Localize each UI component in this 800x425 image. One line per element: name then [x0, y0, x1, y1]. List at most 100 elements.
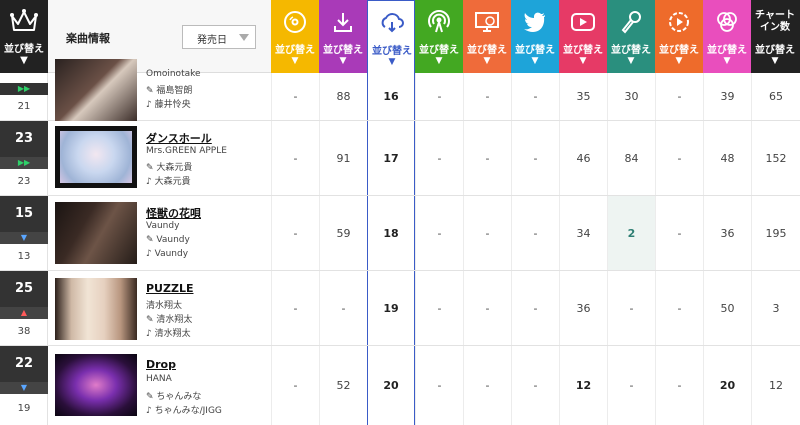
chevron-down-icon: ▼ — [579, 56, 587, 66]
lyricist-name: Vaundy — [156, 235, 190, 245]
cd-value: - — [271, 121, 319, 195]
radio-value: - — [415, 196, 463, 270]
pc-icon — [475, 12, 499, 32]
download-value: 59 — [319, 196, 367, 270]
sort-download-header[interactable]: 並び替え ▼ — [319, 0, 367, 73]
sort-chart-in-header[interactable]: チャート イン数 並び替え ▼ — [751, 0, 800, 73]
song-thumbnail[interactable] — [55, 278, 137, 340]
lyricist-name: 大森元貴 — [156, 163, 193, 173]
chevron-down-icon: ▼ — [435, 56, 443, 66]
sort-streaming-header[interactable]: 並び替え ▼ — [367, 0, 415, 73]
chevron-down-icon: ▼ — [627, 56, 635, 66]
composer-credit: ♪ 清水翔太 — [146, 326, 191, 339]
current-rank: 23 — [0, 121, 48, 157]
radio-value: - — [415, 121, 463, 195]
streaming-value: 20 — [367, 346, 415, 425]
table-row[interactable]: 25 ▲ 38 PUZZLE 清水翔太 ✎ 清水翔太 ♪ 清水翔太 - - 19… — [0, 271, 800, 346]
sort-youtube-header[interactable]: 並び替え ▼ — [559, 0, 607, 73]
table-row[interactable]: 22 ▼ 19 Drop HANA ✎ ちゃんみな ♪ ちゃんみな/JIGG -… — [0, 346, 800, 425]
video-value: - — [655, 121, 703, 195]
composer-credit: ♪ ちゃんみな/JIGG — [146, 403, 222, 416]
radio-value: - — [415, 271, 463, 345]
download-value: 91 — [319, 121, 367, 195]
cd-value: - — [271, 271, 319, 345]
chart-in-value: 195 — [751, 196, 800, 270]
sort-label: 並び替え — [275, 45, 315, 56]
sort-karaoke-header[interactable]: 並び替え ▼ — [607, 0, 655, 73]
rank-cell: 23 ▶▶ 23 — [0, 121, 48, 195]
crown-icon — [10, 9, 38, 31]
composer-credit: ♪ 藤井怜央 — [146, 97, 191, 110]
chart-in-label: チャート イン数 — [755, 10, 795, 33]
sort-pc-header[interactable]: 並び替え ▼ — [463, 0, 511, 73]
rank-cell: 25 ▲ 38 — [0, 271, 48, 345]
sort-label: 並び替え — [467, 45, 507, 56]
twitter-value: - — [511, 196, 559, 270]
release-date-select[interactable]: 発売日 — [182, 25, 256, 49]
rank-move-down-icon: ▼ — [0, 232, 48, 244]
artist-name[interactable]: Mrs.GREEN APPLE — [146, 146, 227, 156]
lyricist-name: 福島智朗 — [156, 86, 193, 96]
chevron-down-icon: ▼ — [675, 56, 683, 66]
previous-rank: 19 — [17, 403, 31, 414]
sort-label: 並び替え — [611, 45, 651, 56]
song-thumbnail[interactable] — [55, 126, 137, 188]
sort-twitter-header[interactable]: 並び替え ▼ — [511, 0, 559, 73]
rank-cell: 22 ▼ 19 — [0, 346, 48, 425]
cd-value: - — [271, 346, 319, 425]
composer-name: Vaundy — [154, 249, 189, 259]
sort-radio-header[interactable]: 並び替え ▼ — [415, 0, 463, 73]
composer-credit: ♪ Vaundy — [146, 249, 188, 259]
music-note-icon: ♪ — [146, 100, 155, 110]
lyricist-credit: ✎ Vaundy — [146, 235, 190, 245]
sort-tiktok-header[interactable]: 並び替え ▼ — [703, 0, 751, 73]
sort-label: 並び替え — [707, 45, 747, 56]
song-thumbnail[interactable] — [55, 354, 137, 416]
music-note-icon: ♪ — [146, 177, 155, 187]
sort-label: 並び替え — [515, 45, 555, 56]
music-note-icon: ♪ — [146, 249, 155, 259]
table-row[interactable]: ▶▶ 21 Omoinotake ✎ 福島智朗 ♪ 藤井怜央 - 88 16 -… — [0, 59, 800, 121]
chevron-down-icon: ▼ — [339, 56, 347, 66]
composer-name: 藤井怜央 — [154, 100, 191, 110]
artist-name[interactable]: 清水翔太 — [146, 298, 182, 311]
pen-icon: ✎ — [146, 86, 157, 96]
song-title-link[interactable]: ダンスホール — [146, 130, 212, 146]
sort-cd-header[interactable]: 並び替え ▼ — [271, 0, 319, 73]
sort-video-header[interactable]: 並び替え ▼ — [655, 0, 703, 73]
song-thumbnail[interactable] — [55, 59, 137, 121]
song-title-link[interactable]: Drop — [146, 358, 176, 371]
pc-value: - — [463, 346, 511, 425]
song-title-link[interactable]: 怪獣の花唄 — [146, 205, 201, 221]
karaoke-value: - — [607, 346, 655, 425]
rank-move-up-icon: ▶▶ — [0, 83, 48, 95]
song-title-link[interactable]: PUZZLE — [146, 282, 193, 295]
twitter-value: - — [511, 73, 559, 120]
rank-cell: 15 ▼ 13 — [0, 196, 48, 270]
pc-value: - — [463, 196, 511, 270]
youtube-value: 36 — [559, 271, 607, 345]
table-row[interactable]: 15 ▼ 13 怪獣の花唄 Vaundy ✎ Vaundy ♪ Vaundy -… — [0, 196, 800, 271]
chevron-down-icon: ▼ — [531, 56, 539, 66]
sort-label: 並び替え — [563, 45, 603, 56]
table-row[interactable]: 23 ▶▶ 23 ダンスホール Mrs.GREEN APPLE ✎ 大森元貴 ♪… — [0, 121, 800, 196]
streaming-value: 17 — [367, 121, 415, 195]
tiktok-icon — [717, 12, 737, 32]
artist-name[interactable]: Vaundy — [146, 221, 179, 231]
chevron-down-icon: ▼ — [291, 56, 299, 66]
artist-name[interactable]: HANA — [146, 374, 172, 384]
video-value: - — [655, 271, 703, 345]
artist-name[interactable]: Omoinotake — [146, 69, 201, 79]
youtube-icon — [571, 13, 595, 31]
youtube-value: 46 — [559, 121, 607, 195]
chart-in-value: 3 — [751, 271, 800, 345]
sort-label: 並び替え — [419, 45, 459, 56]
karaoke-value: 30 — [607, 73, 655, 120]
streaming-value: 16 — [367, 73, 415, 120]
song-thumbnail[interactable] — [55, 202, 137, 264]
cd-value: - — [271, 73, 319, 120]
previous-rank: 38 — [17, 326, 31, 337]
release-select-value: 発売日 — [197, 35, 227, 46]
karaoke-value: 2 — [607, 196, 655, 270]
rank-sort-header[interactable]: 並び替え ▼ — [0, 0, 48, 73]
